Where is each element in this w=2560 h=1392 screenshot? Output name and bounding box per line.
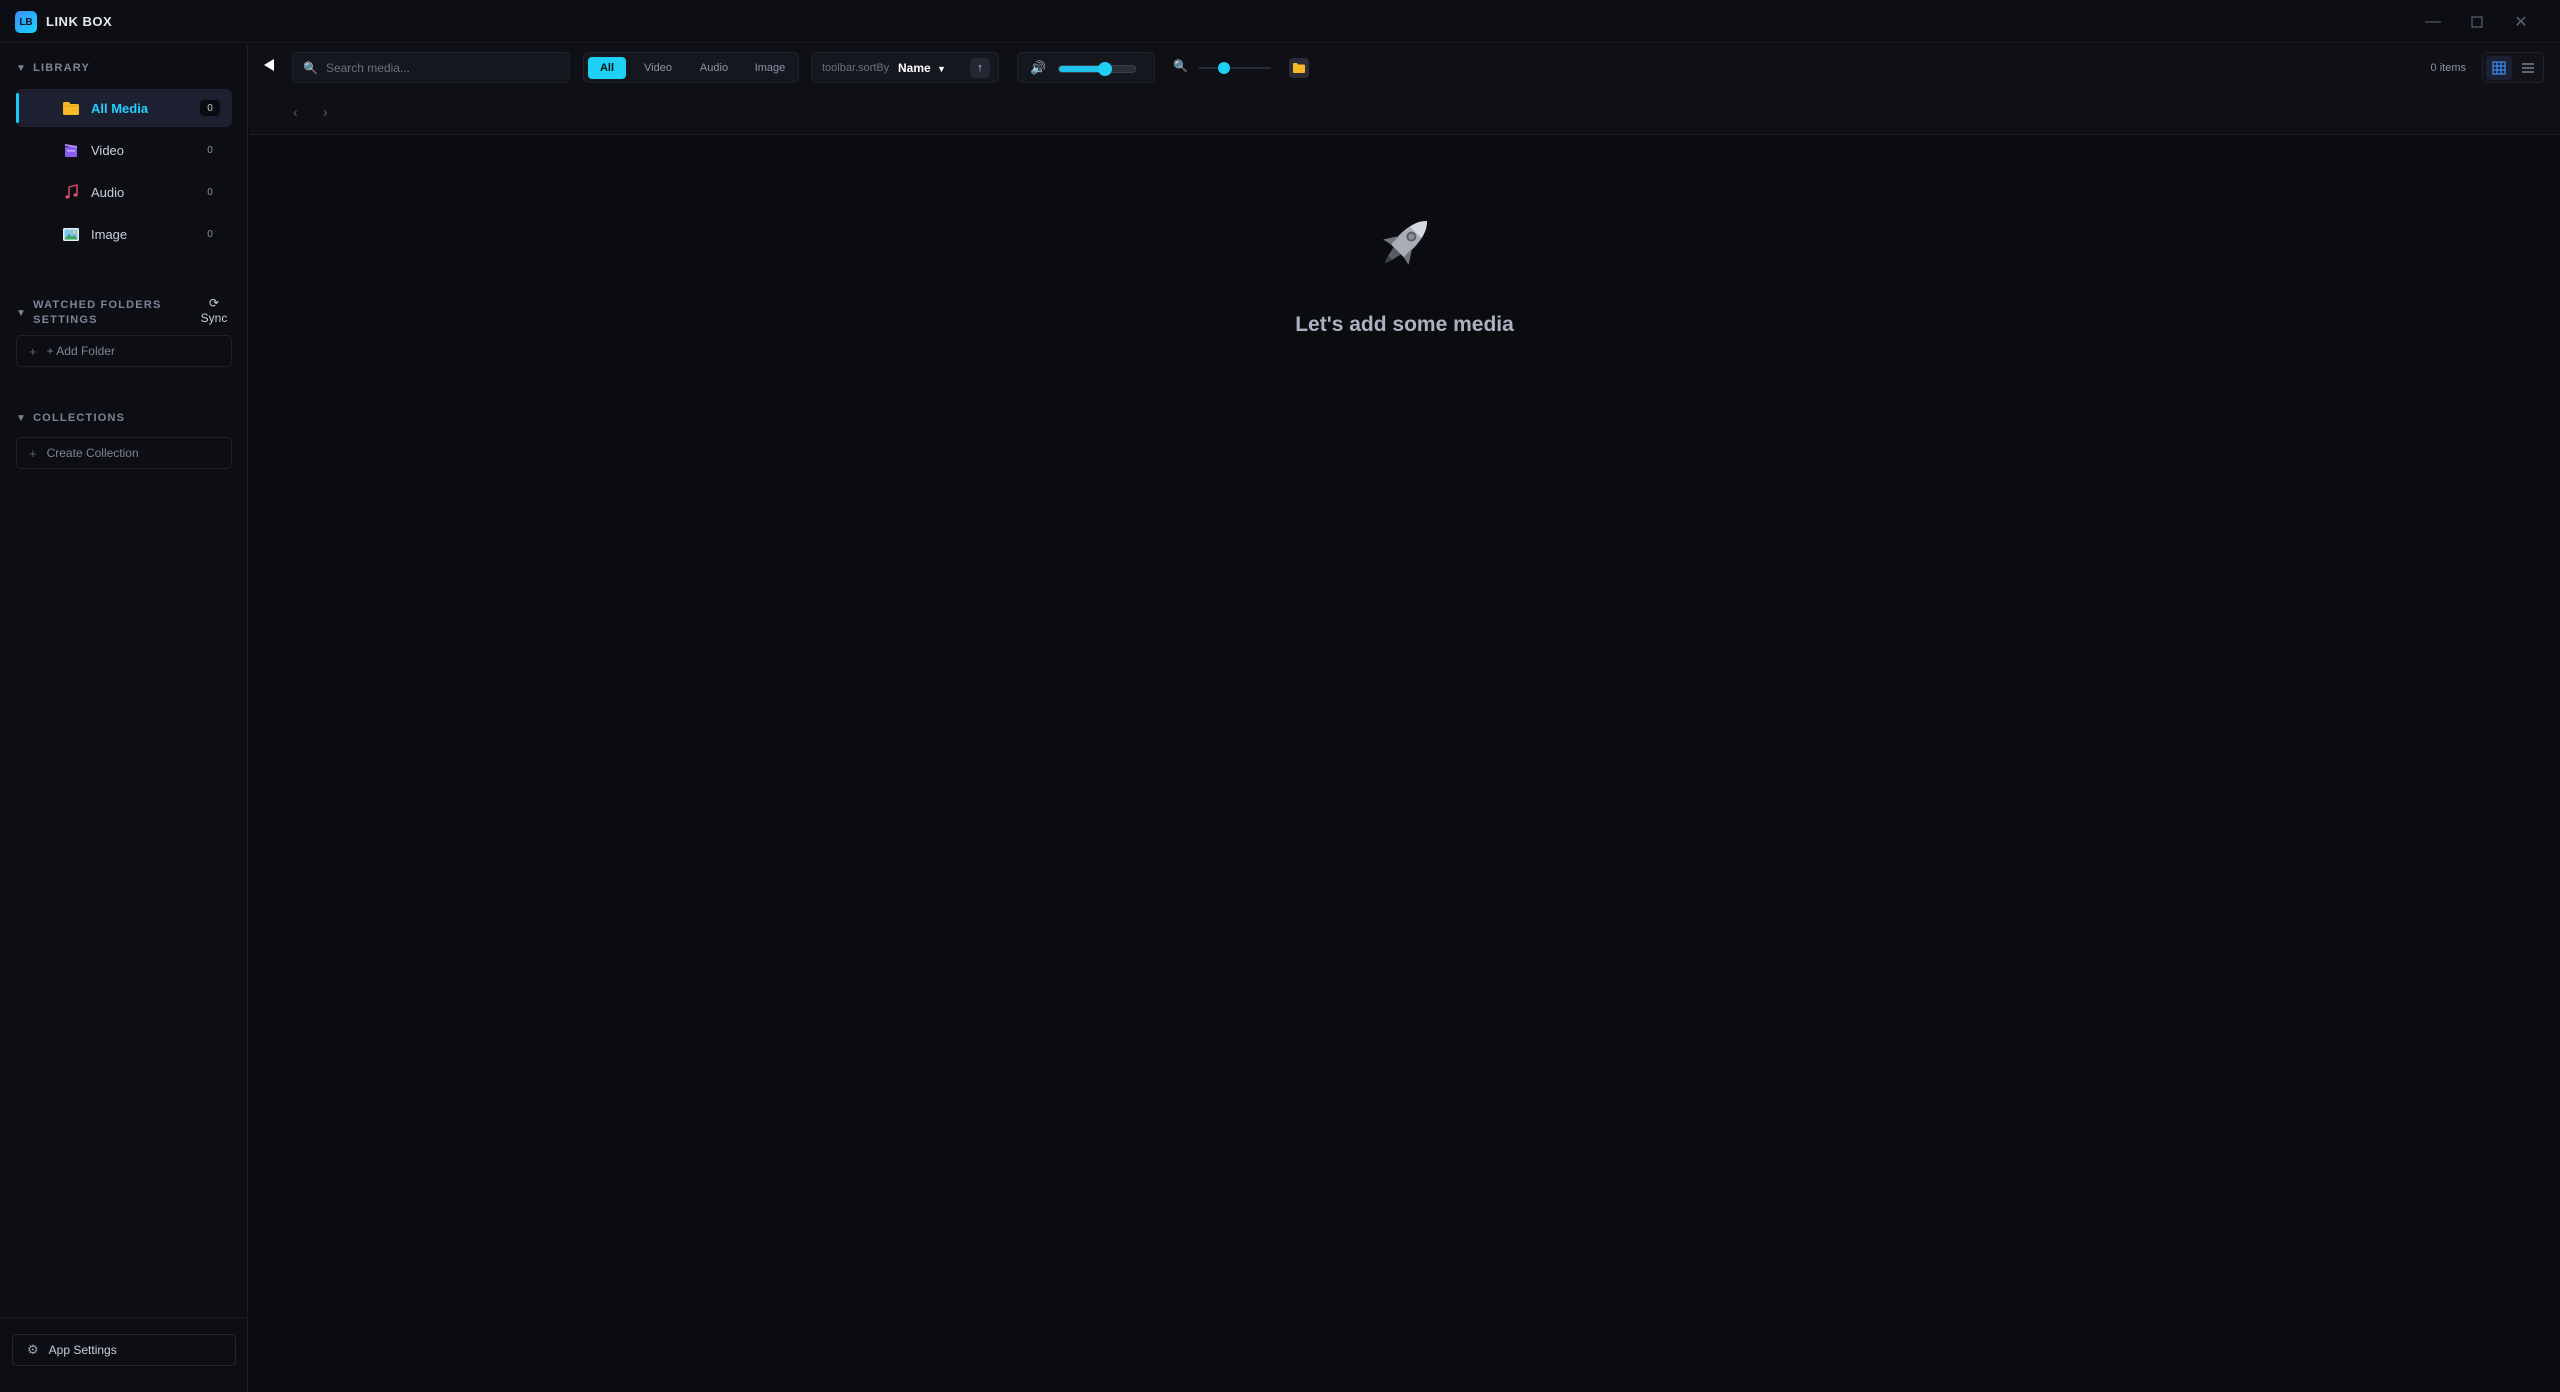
- close-icon: ✕: [2514, 14, 2528, 31]
- zoom-icon: 🔍: [1173, 59, 1188, 73]
- sort-control: toolbar.sortBy Name ▼ ↑: [811, 52, 999, 83]
- caret-down-icon: ▼: [16, 412, 28, 424]
- sidebar-item-label: Video: [91, 142, 125, 158]
- picture-icon: [62, 226, 80, 242]
- collections-section-toggle[interactable]: ▼ COLLECTIONS: [16, 412, 125, 424]
- caret-down-icon: ▼: [16, 62, 28, 74]
- minimize-icon: —: [2425, 13, 2441, 30]
- app-window: LB LINK BOX — ✕ ▼ LIBRARY All Media 0 Vi…: [0, 0, 2560, 1392]
- plus-icon: +: [29, 445, 37, 461]
- empty-state: Let's add some media: [249, 136, 2560, 1392]
- sync-button[interactable]: ⟳ Sync: [196, 296, 232, 326]
- collapse-sidebar-button[interactable]: [263, 58, 279, 76]
- sidebar-item-video[interactable]: Video 0: [16, 131, 232, 169]
- sort-select[interactable]: Name ▼: [898, 61, 946, 75]
- library-heading: LIBRARY: [33, 62, 90, 74]
- folder-icon: [62, 100, 80, 116]
- app-logo: LB: [15, 11, 37, 33]
- sidebar-item-audio[interactable]: Audio 0: [16, 173, 232, 211]
- chevron-left-icon: ‹: [293, 104, 298, 120]
- library-section-toggle[interactable]: ▼ LIBRARY: [16, 62, 90, 74]
- search-icon: 🔍: [303, 60, 318, 75]
- items-count: 0 items: [2430, 62, 2466, 74]
- sidebar: ▼ LIBRARY All Media 0 Video 0 Audio 0 Im…: [0, 44, 248, 1392]
- forward-button[interactable]: ›: [323, 104, 328, 120]
- navigation-bar: ‹ ›: [249, 91, 2560, 135]
- sidebar-footer: ⚙ App Settings: [0, 1317, 248, 1392]
- zoom-slider[interactable]: [1199, 62, 1271, 74]
- watched-folders-settings-heading: SETTINGS: [33, 314, 98, 326]
- add-folder-button[interactable]: + + Add Folder: [16, 335, 232, 367]
- item-count-badge: 0: [200, 100, 220, 116]
- folder-icon: [1293, 63, 1305, 73]
- maximize-icon: [2471, 16, 2483, 28]
- empty-state-message: Let's add some media: [1295, 313, 1514, 336]
- list-view-button[interactable]: [2515, 56, 2541, 80]
- title-bar: LB LINK BOX — ✕: [0, 0, 2560, 43]
- search-box: 🔍: [292, 52, 570, 83]
- chevron-down-icon: ▼: [937, 64, 946, 74]
- sidebar-item-label: Image: [91, 226, 128, 242]
- item-count-badge: 0: [207, 186, 213, 198]
- item-count-badge: 0: [207, 228, 213, 240]
- volume-handle[interactable]: [1097, 62, 1112, 76]
- gear-icon: ⚙: [27, 1342, 39, 1357]
- app-settings-label: App Settings: [48, 1343, 117, 1357]
- caret-down-icon: ▼: [16, 307, 28, 319]
- filter-audio[interactable]: Audio: [690, 57, 738, 79]
- add-folder-label: + Add Folder: [46, 344, 115, 358]
- back-button[interactable]: ‹: [293, 104, 298, 120]
- filter-all[interactable]: All: [588, 57, 626, 79]
- sort-label: toolbar.sortBy: [822, 62, 890, 74]
- sidebar-item-image[interactable]: Image 0: [16, 215, 232, 253]
- watched-folders-section-toggle[interactable]: ▼ WATCHED FOLDERS SETTINGS: [16, 298, 162, 328]
- chevron-right-icon: ›: [323, 104, 328, 120]
- sidebar-item-all-media[interactable]: All Media 0: [16, 89, 232, 127]
- music-note-icon: [62, 184, 80, 200]
- arrow-up-icon: ↑: [977, 62, 983, 74]
- sort-direction-button[interactable]: ↑: [970, 58, 990, 78]
- plus-icon: +: [29, 343, 37, 359]
- app-settings-button[interactable]: ⚙ App Settings: [12, 1334, 236, 1366]
- create-collection-button[interactable]: + Create Collection: [16, 437, 232, 469]
- triangle-left-icon: [264, 59, 274, 71]
- speaker-icon[interactable]: 🔊: [1030, 60, 1046, 76]
- maximize-button[interactable]: [2463, 8, 2491, 36]
- minimize-button[interactable]: —: [2419, 8, 2447, 36]
- filter-image[interactable]: Image: [746, 57, 794, 79]
- rocket-icon: [1383, 221, 1427, 265]
- volume-slider[interactable]: [1058, 62, 1136, 76]
- collections-heading: COLLECTIONS: [33, 412, 126, 424]
- app-title: LINK BOX: [46, 14, 113, 29]
- create-collection-label: Create Collection: [46, 446, 139, 460]
- media-type-filter: All Video Audio Image: [583, 52, 799, 83]
- item-count-badge: 0: [207, 144, 213, 156]
- close-button[interactable]: ✕: [2507, 8, 2535, 36]
- volume-control: 🔊: [1017, 52, 1155, 83]
- view-mode-toggle: [2482, 52, 2544, 83]
- open-folder-button[interactable]: [1289, 58, 1309, 78]
- toolbar: 🔍 All Video Audio Image toolbar.sortBy N…: [249, 44, 2560, 91]
- refresh-icon: ⟳: [208, 296, 220, 310]
- sidebar-item-label: All Media: [91, 100, 149, 116]
- zoom-handle[interactable]: [1218, 62, 1231, 74]
- filter-video[interactable]: Video: [634, 57, 682, 79]
- search-input[interactable]: [325, 60, 546, 75]
- watched-folders-heading: WATCHED FOLDERS: [33, 299, 162, 311]
- grid-icon: [2492, 61, 2506, 75]
- sort-value: Name: [898, 61, 931, 75]
- sidebar-item-label: Audio: [91, 184, 125, 200]
- sync-label: Sync: [200, 311, 228, 325]
- list-icon: [2522, 63, 2534, 73]
- film-icon: [62, 142, 80, 158]
- grid-view-button[interactable]: [2486, 56, 2512, 80]
